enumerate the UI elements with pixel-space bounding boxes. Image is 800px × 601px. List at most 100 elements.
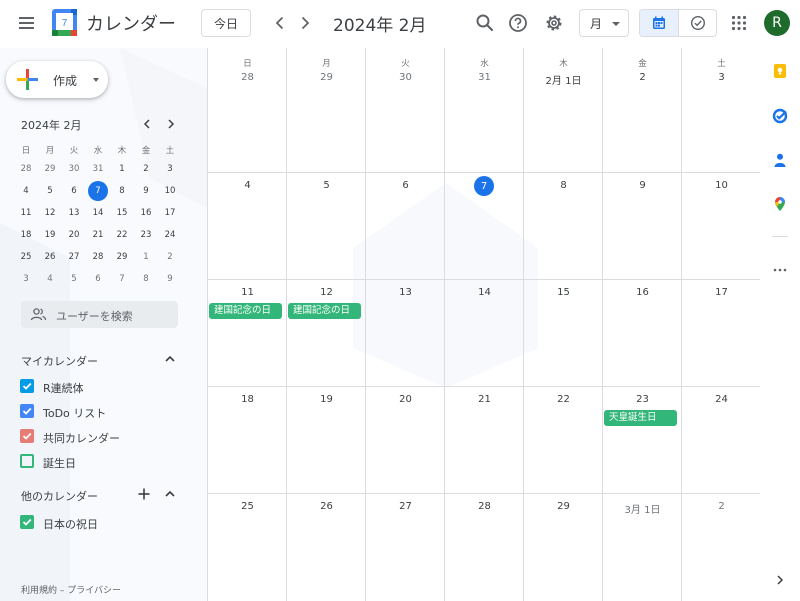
day-number-today[interactable]: 7: [474, 176, 494, 196]
mini-day[interactable]: 16: [136, 203, 156, 223]
today-button[interactable]: 今日: [201, 9, 251, 37]
mini-day[interactable]: 9: [136, 181, 156, 201]
calendar-item[interactable]: 共同カレンダー: [20, 427, 170, 447]
day-number[interactable]: 11: [208, 287, 287, 298]
calendar-view-toggle[interactable]: [640, 10, 678, 36]
calendar-logo-icon[interactable]: 7: [52, 9, 77, 36]
day-number[interactable]: 18: [208, 394, 287, 405]
mini-day[interactable]: 13: [64, 203, 84, 223]
mini-day[interactable]: 31: [88, 159, 108, 179]
mini-day-today[interactable]: 7: [88, 181, 108, 201]
mini-day[interactable]: 5: [64, 269, 84, 289]
day-cell[interactable]: [603, 48, 682, 172]
calendar-item[interactable]: ToDo リスト: [20, 402, 170, 422]
holiday-event[interactable]: 建国記念の日: [209, 303, 282, 319]
day-number[interactable]: 3月 1日: [603, 501, 682, 516]
day-number[interactable]: 10: [682, 180, 760, 191]
expand-side-panel-icon[interactable]: [774, 574, 786, 586]
mini-day[interactable]: 30: [64, 159, 84, 179]
day-number[interactable]: 24: [682, 394, 760, 405]
search-people-field[interactable]: ユーザーを検索: [21, 301, 178, 328]
mini-day[interactable]: 29: [40, 159, 60, 179]
day-cell[interactable]: [682, 48, 760, 172]
day-number[interactable]: 25: [208, 501, 287, 512]
mini-day[interactable]: 22: [112, 225, 132, 245]
day-number[interactable]: 29: [287, 72, 366, 83]
day-number[interactable]: 4: [208, 180, 287, 191]
day-number[interactable]: 8: [524, 180, 603, 191]
day-cell[interactable]: [287, 48, 366, 172]
settings-gear-icon[interactable]: [542, 11, 566, 35]
day-number[interactable]: 22: [524, 394, 603, 405]
search-icon[interactable]: [473, 11, 497, 35]
my-calendars-collapse-icon[interactable]: [163, 352, 177, 366]
mini-day[interactable]: 2: [160, 247, 180, 267]
day-number[interactable]: 2: [603, 72, 682, 83]
day-number[interactable]: 16: [603, 287, 682, 298]
mini-day[interactable]: 23: [136, 225, 156, 245]
day-number[interactable]: 6: [366, 180, 445, 191]
other-calendars-collapse-icon[interactable]: [163, 487, 177, 501]
mini-day[interactable]: 20: [64, 225, 84, 245]
mini-day[interactable]: 28: [16, 159, 36, 179]
mini-day[interactable]: 12: [40, 203, 60, 223]
create-button[interactable]: 作成: [6, 61, 108, 98]
mini-day[interactable]: 26: [40, 247, 60, 267]
mini-day[interactable]: 11: [16, 203, 36, 223]
checkbox[interactable]: [20, 379, 34, 393]
day-number[interactable]: 2: [682, 501, 760, 512]
view-mode-select[interactable]: 月: [579, 9, 629, 37]
mini-day[interactable]: 21: [88, 225, 108, 245]
mini-day[interactable]: 29: [112, 247, 132, 267]
mini-day[interactable]: 8: [112, 181, 132, 201]
mini-day[interactable]: 1: [112, 159, 132, 179]
mini-day[interactable]: 3: [16, 269, 36, 289]
mini-day[interactable]: 6: [88, 269, 108, 289]
day-number[interactable]: 9: [603, 180, 682, 191]
day-number[interactable]: 19: [287, 394, 366, 405]
day-number[interactable]: 12: [287, 287, 366, 298]
day-number[interactable]: 13: [366, 287, 445, 298]
maps-icon[interactable]: [772, 196, 788, 212]
day-number[interactable]: 28: [445, 501, 524, 512]
terms-privacy-links[interactable]: 利用規約 – プライバシー: [21, 583, 121, 596]
mini-day[interactable]: 17: [160, 203, 180, 223]
help-icon[interactable]: [506, 11, 530, 35]
mini-day[interactable]: 4: [40, 269, 60, 289]
day-number[interactable]: 15: [524, 287, 603, 298]
day-number[interactable]: 26: [287, 501, 366, 512]
day-number[interactable]: 20: [366, 394, 445, 405]
mini-calendar-next-icon[interactable]: [163, 116, 179, 132]
mini-day[interactable]: 15: [112, 203, 132, 223]
checkbox[interactable]: [20, 515, 34, 529]
day-number[interactable]: 21: [445, 394, 524, 405]
next-month-icon[interactable]: [293, 11, 317, 35]
mini-day[interactable]: 25: [16, 247, 36, 267]
day-number[interactable]: 28: [208, 72, 287, 83]
mini-day[interactable]: 18: [16, 225, 36, 245]
mini-day[interactable]: 14: [88, 203, 108, 223]
tasks-view-toggle[interactable]: [678, 10, 716, 36]
main-menu-icon[interactable]: [16, 14, 40, 34]
mini-calendar-previous-icon[interactable]: [139, 116, 155, 132]
mini-day[interactable]: 9: [160, 269, 180, 289]
day-number[interactable]: 31: [445, 72, 524, 83]
calendar-item[interactable]: R連続体: [20, 377, 170, 397]
holiday-event[interactable]: 天皇誕生日: [604, 410, 677, 426]
checkbox[interactable]: [20, 429, 34, 443]
day-cell[interactable]: [524, 48, 603, 172]
calendar-item[interactable]: 日本の祝日: [20, 513, 170, 533]
mini-day[interactable]: 19: [40, 225, 60, 245]
day-number[interactable]: 17: [682, 287, 760, 298]
checkbox[interactable]: [20, 454, 34, 468]
add-calendar-plus-icon[interactable]: [137, 487, 151, 501]
day-number[interactable]: 30: [366, 72, 445, 83]
day-number[interactable]: 5: [287, 180, 366, 191]
mini-day[interactable]: 4: [16, 181, 36, 201]
tasks-icon[interactable]: [772, 108, 788, 124]
day-cell[interactable]: [366, 48, 445, 172]
day-number[interactable]: 2月 1日: [524, 72, 603, 87]
mini-day[interactable]: 2: [136, 159, 156, 179]
mini-day[interactable]: 27: [64, 247, 84, 267]
day-number[interactable]: 3: [682, 72, 760, 83]
